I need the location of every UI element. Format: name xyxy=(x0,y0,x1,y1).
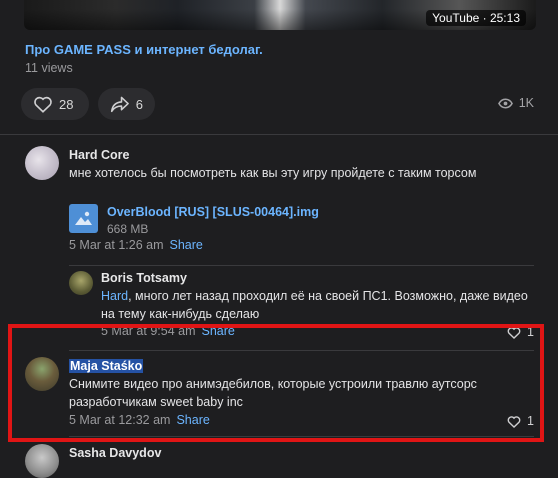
reply-mention[interactable]: Hard xyxy=(101,289,128,303)
section-divider xyxy=(0,134,558,135)
like-count: 28 xyxy=(59,96,74,112)
comment-text: мне хотелось бы посмотреть как вы эту иг… xyxy=(69,166,477,180)
share-link[interactable]: Share xyxy=(202,324,235,338)
comment-divider xyxy=(69,350,534,351)
heart-icon xyxy=(34,96,52,113)
comment-meta: 5 Mar at 1:26 am Share xyxy=(69,238,203,252)
comment-author[interactable]: Sasha Davydov xyxy=(69,446,161,460)
share-arrow-icon xyxy=(110,96,129,113)
video-views: 11 views xyxy=(25,61,73,75)
reply-meta: 5 Mar at 9:54 am Share xyxy=(101,324,235,338)
comment-meta: 5 Mar at 12:32 am Share xyxy=(69,413,210,427)
comment-date[interactable]: 5 Mar at 12:32 am xyxy=(69,413,170,427)
image-file-icon[interactable] xyxy=(69,204,98,233)
views-indicator: 1K xyxy=(497,96,534,110)
reply-like-button[interactable]: 1 xyxy=(507,325,534,339)
share-link[interactable]: Share xyxy=(170,238,203,252)
comment-like-count: 1 xyxy=(527,414,534,428)
comment-author[interactable]: Maja Staśko xyxy=(69,359,144,373)
video-thumbnail[interactable]: YouTube · 25:13 xyxy=(24,0,536,30)
comment-divider xyxy=(69,436,534,437)
avatar[interactable] xyxy=(25,146,59,180)
share-link[interactable]: Share xyxy=(176,413,209,427)
comment-author[interactable]: Hard Core xyxy=(69,148,129,162)
avatar[interactable] xyxy=(69,271,93,295)
comment-like-button[interactable]: 1 xyxy=(507,414,534,428)
like-button[interactable]: 28 xyxy=(21,88,89,120)
share-button[interactable]: 6 xyxy=(98,88,155,120)
reply-like-count: 1 xyxy=(527,325,534,339)
heart-icon xyxy=(507,415,521,428)
reply-author[interactable]: Boris Totsamy xyxy=(101,271,187,285)
avatar[interactable] xyxy=(25,444,59,478)
video-duration-badge: YouTube · 25:13 xyxy=(426,10,526,26)
reply-text: Hard, много лет назад проходил её на сво… xyxy=(101,289,528,321)
comment-date[interactable]: 5 Mar at 1:26 am xyxy=(69,238,164,252)
video-title[interactable]: Про GAME PASS и интернет бедолаг. xyxy=(25,42,263,57)
attachment-size: 668 MB xyxy=(107,222,149,236)
views-count: 1K xyxy=(518,96,534,110)
comment-text: Снимите видео про анимэдебилов, которые … xyxy=(69,377,477,409)
reply-date[interactable]: 5 Mar at 9:54 am xyxy=(101,324,196,338)
heart-icon xyxy=(507,326,521,339)
share-count: 6 xyxy=(135,96,143,112)
avatar[interactable] xyxy=(25,357,59,391)
eye-icon xyxy=(497,98,513,108)
reply-divider xyxy=(69,265,534,266)
attachment-name[interactable]: OverBlood [RUS] [SLUS-00464].img xyxy=(107,205,319,219)
